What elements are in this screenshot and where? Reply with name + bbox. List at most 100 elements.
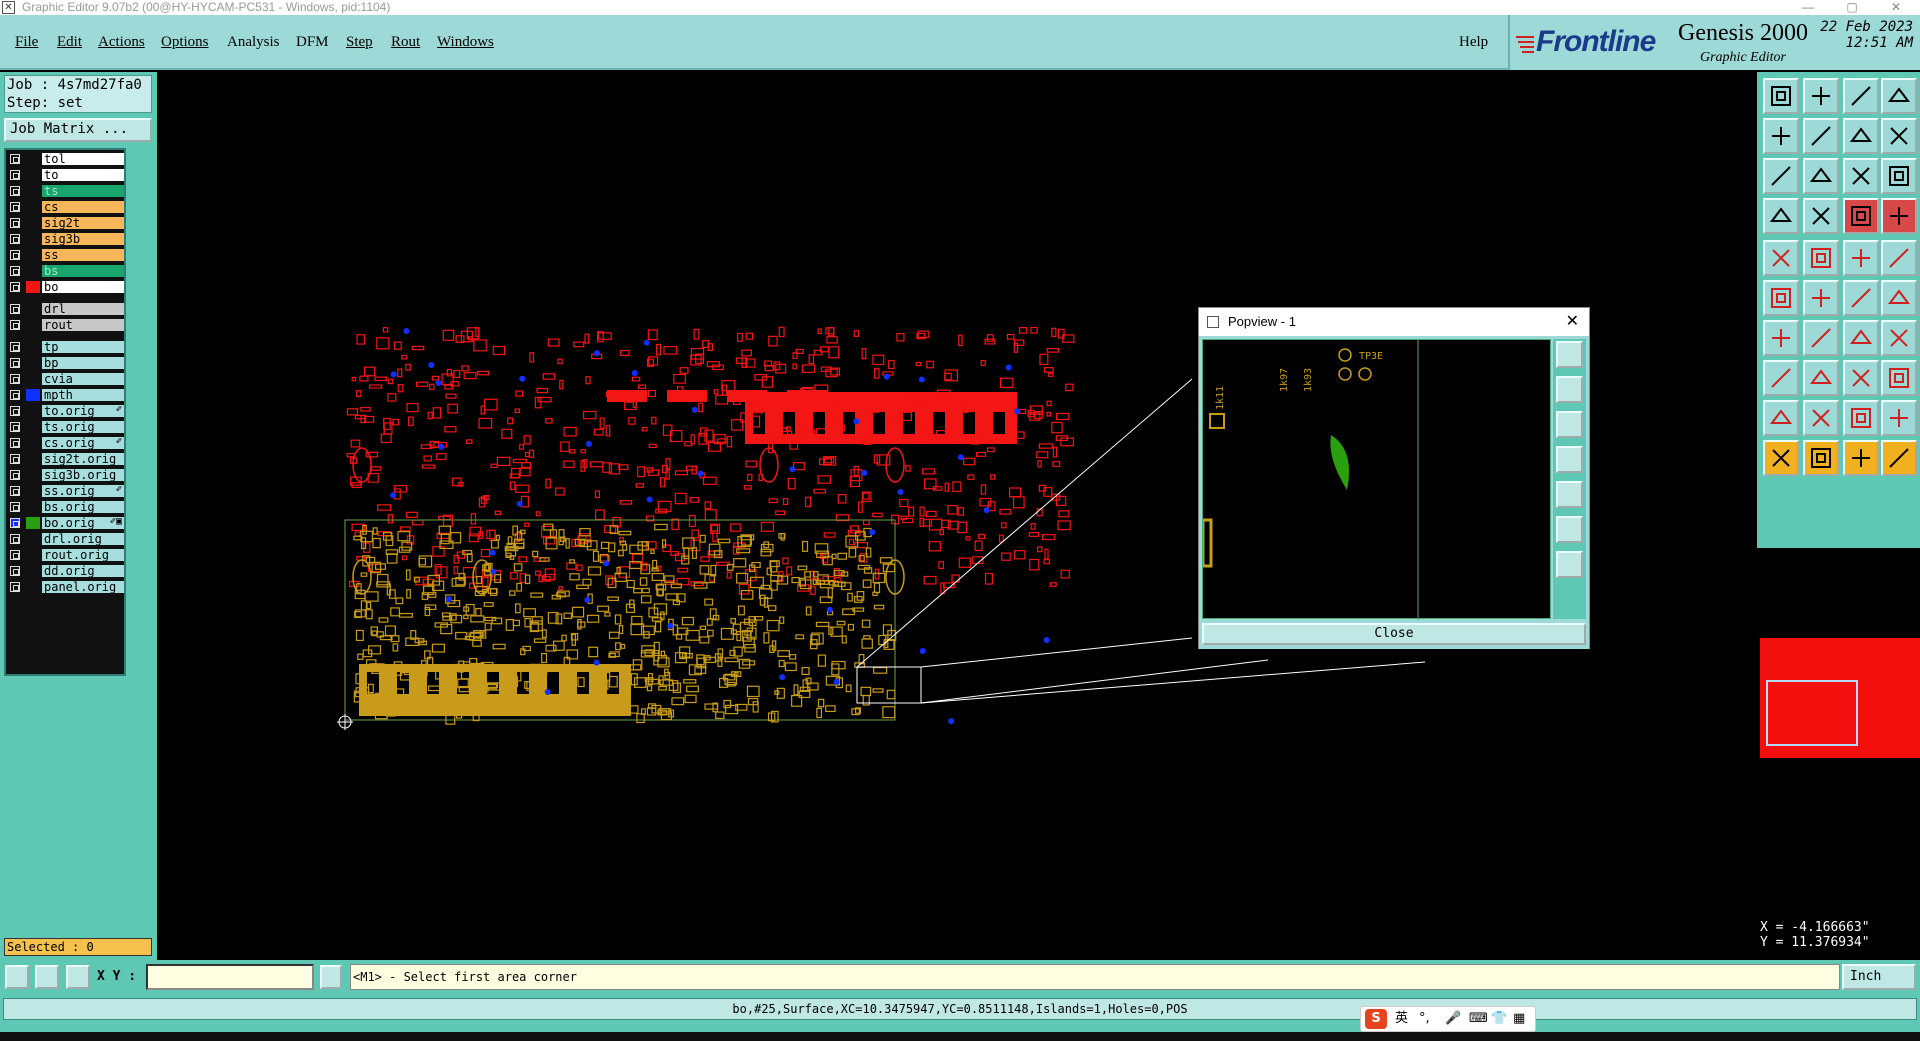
layer-checkbox[interactable] — [10, 154, 20, 164]
layer-color-swatch[interactable] — [26, 341, 40, 353]
line2-icon[interactable] — [1803, 320, 1839, 356]
layer-color-swatch[interactable] — [26, 437, 40, 449]
menu-rout[interactable]: Rout — [391, 34, 420, 51]
layer-color-swatch[interactable] — [26, 249, 40, 261]
menu-actions[interactable]: Actions — [98, 34, 145, 51]
pointer-icon[interactable] — [1763, 440, 1799, 476]
layer-row-ts[interactable]: ts — [8, 184, 124, 198]
layer-color-swatch[interactable] — [26, 485, 40, 497]
layer-row-drl[interactable]: drl — [8, 302, 124, 316]
layer-color-swatch[interactable] — [26, 185, 40, 197]
layer-checkbox[interactable] — [10, 390, 20, 400]
layer-checkbox[interactable] — [10, 186, 20, 196]
layer-checkbox[interactable] — [10, 566, 20, 576]
popview-close-button[interactable]: Close — [1202, 623, 1586, 645]
layer-color-swatch[interactable] — [26, 153, 40, 165]
layer-checkbox[interactable] — [10, 518, 20, 528]
grid-apps-icon[interactable]: ▦ — [1513, 1007, 1525, 1031]
mic-icon[interactable]: 🎤 — [1445, 1007, 1461, 1031]
popview-left-icon[interactable] — [1556, 446, 1583, 473]
keyboard-icon[interactable]: ⌨ — [1469, 1007, 1488, 1031]
xy-input[interactable] — [146, 964, 314, 990]
job-matrix-button[interactable]: Job Matrix ... — [4, 118, 152, 142]
layer-row-sig3b[interactable]: sig3b — [8, 232, 124, 246]
layer-row-panel-orig[interactable]: panel.orig — [8, 580, 124, 594]
layer-color-swatch[interactable] — [26, 581, 40, 593]
dot-icon[interactable] — [1881, 240, 1917, 276]
layer-row-ts-orig[interactable]: ts.orig — [8, 420, 124, 434]
layer-checkbox[interactable] — [10, 234, 20, 244]
layer-color-swatch[interactable] — [26, 469, 40, 481]
menu-options[interactable]: Options — [161, 34, 209, 51]
layer-name[interactable]: rout — [42, 319, 124, 331]
menu-dfm[interactable]: DFM — [296, 34, 329, 51]
layer-color-swatch[interactable] — [26, 405, 40, 417]
layer-checkbox[interactable] — [10, 534, 20, 544]
layer-name[interactable]: ts.orig — [42, 421, 124, 433]
layer-name[interactable]: tol — [42, 153, 124, 165]
peak2-icon[interactable] — [1881, 400, 1917, 436]
layer-checkbox[interactable] — [10, 282, 20, 292]
layer-row-bs-orig[interactable]: bs.orig — [8, 500, 124, 514]
pencil-icon[interactable] — [1763, 198, 1799, 234]
layer-row-to[interactable]: to — [8, 168, 124, 182]
layer-name[interactable]: bs — [42, 265, 124, 277]
pointer3-icon[interactable] — [1843, 440, 1879, 476]
layer-color-swatch[interactable] — [26, 517, 40, 529]
cmd-undo-icon[interactable] — [5, 965, 29, 989]
layer-row-bo-orig[interactable]: bo.orig ✐▣ — [8, 516, 124, 530]
layer-row-cvia[interactable]: cvia — [8, 372, 124, 386]
layer-color-swatch[interactable] — [26, 501, 40, 513]
maximize-button[interactable]: ▢ — [1830, 0, 1874, 15]
select-icon[interactable] — [1763, 240, 1799, 276]
cmd-grid-icon[interactable] — [66, 965, 90, 989]
export-icon[interactable] — [1803, 118, 1839, 154]
layer-color-swatch[interactable] — [26, 319, 40, 331]
triangle-icon[interactable] — [1763, 400, 1799, 436]
layer-checkbox[interactable] — [10, 502, 20, 512]
layer-name[interactable]: tp — [42, 341, 124, 353]
shirt-icon[interactable]: 👕 — [1491, 1007, 1507, 1031]
popview-zoom-icon[interactable] — [1556, 341, 1583, 368]
layer-color-swatch[interactable] — [26, 265, 40, 277]
layer-name[interactable]: panel.orig — [42, 581, 124, 593]
layer-name[interactable]: ss.orig — [42, 485, 124, 497]
units-selector[interactable]: Inch — [1842, 964, 1916, 990]
layer-checkbox[interactable] — [10, 374, 20, 384]
cross-icon[interactable] — [1803, 280, 1839, 316]
layer-name[interactable]: sig2t.orig — [42, 453, 124, 465]
layer-row-to-orig[interactable]: to.orig ✐ — [8, 404, 124, 418]
layer-color-swatch[interactable] — [26, 373, 40, 385]
layer-row-ss[interactable]: ss — [8, 248, 124, 262]
layer-color-swatch[interactable] — [26, 357, 40, 369]
layer-checkbox[interactable] — [10, 422, 20, 432]
layer-checkbox[interactable] — [10, 218, 20, 228]
layer-row-bo[interactable]: bo — [8, 280, 124, 294]
popview-down-icon[interactable] — [1556, 411, 1583, 438]
layer-row-rout-orig[interactable]: rout.orig — [8, 548, 124, 562]
layer-name[interactable]: cs — [42, 201, 124, 213]
ime-lang[interactable]: 英 — [1395, 1007, 1408, 1031]
layer-name[interactable]: drl — [42, 303, 124, 315]
cmd-info-icon[interactable] — [320, 965, 342, 989]
via-icon[interactable] — [1881, 360, 1917, 396]
layer-name[interactable]: bo — [42, 281, 124, 293]
net-icon[interactable] — [1763, 280, 1799, 316]
layer-color-swatch[interactable] — [26, 533, 40, 545]
popview-fit-icon[interactable] — [1556, 516, 1583, 543]
layer-color-swatch[interactable] — [26, 549, 40, 561]
layer-color-swatch[interactable] — [26, 453, 40, 465]
layer-checkbox[interactable] — [10, 486, 20, 496]
cmd-measure-icon[interactable] — [35, 965, 59, 989]
popview-canvas[interactable]: TP3E 1k97 1k93 1k11 — [1201, 339, 1551, 620]
layer-name[interactable]: to.orig — [42, 405, 124, 417]
menu-edit[interactable]: Edit — [57, 34, 82, 51]
layer-checkbox[interactable] — [10, 438, 20, 448]
layer-row-sig2t-orig[interactable]: sig2t.orig — [8, 452, 124, 466]
surface-icon[interactable] — [1843, 360, 1879, 396]
layer-row-drl-orig[interactable]: drl.orig — [8, 532, 124, 546]
layer-name[interactable]: cs.orig — [42, 437, 124, 449]
home-icon[interactable] — [1843, 78, 1879, 114]
layer-color-swatch[interactable] — [26, 217, 40, 229]
align-icon[interactable] — [1881, 320, 1917, 356]
